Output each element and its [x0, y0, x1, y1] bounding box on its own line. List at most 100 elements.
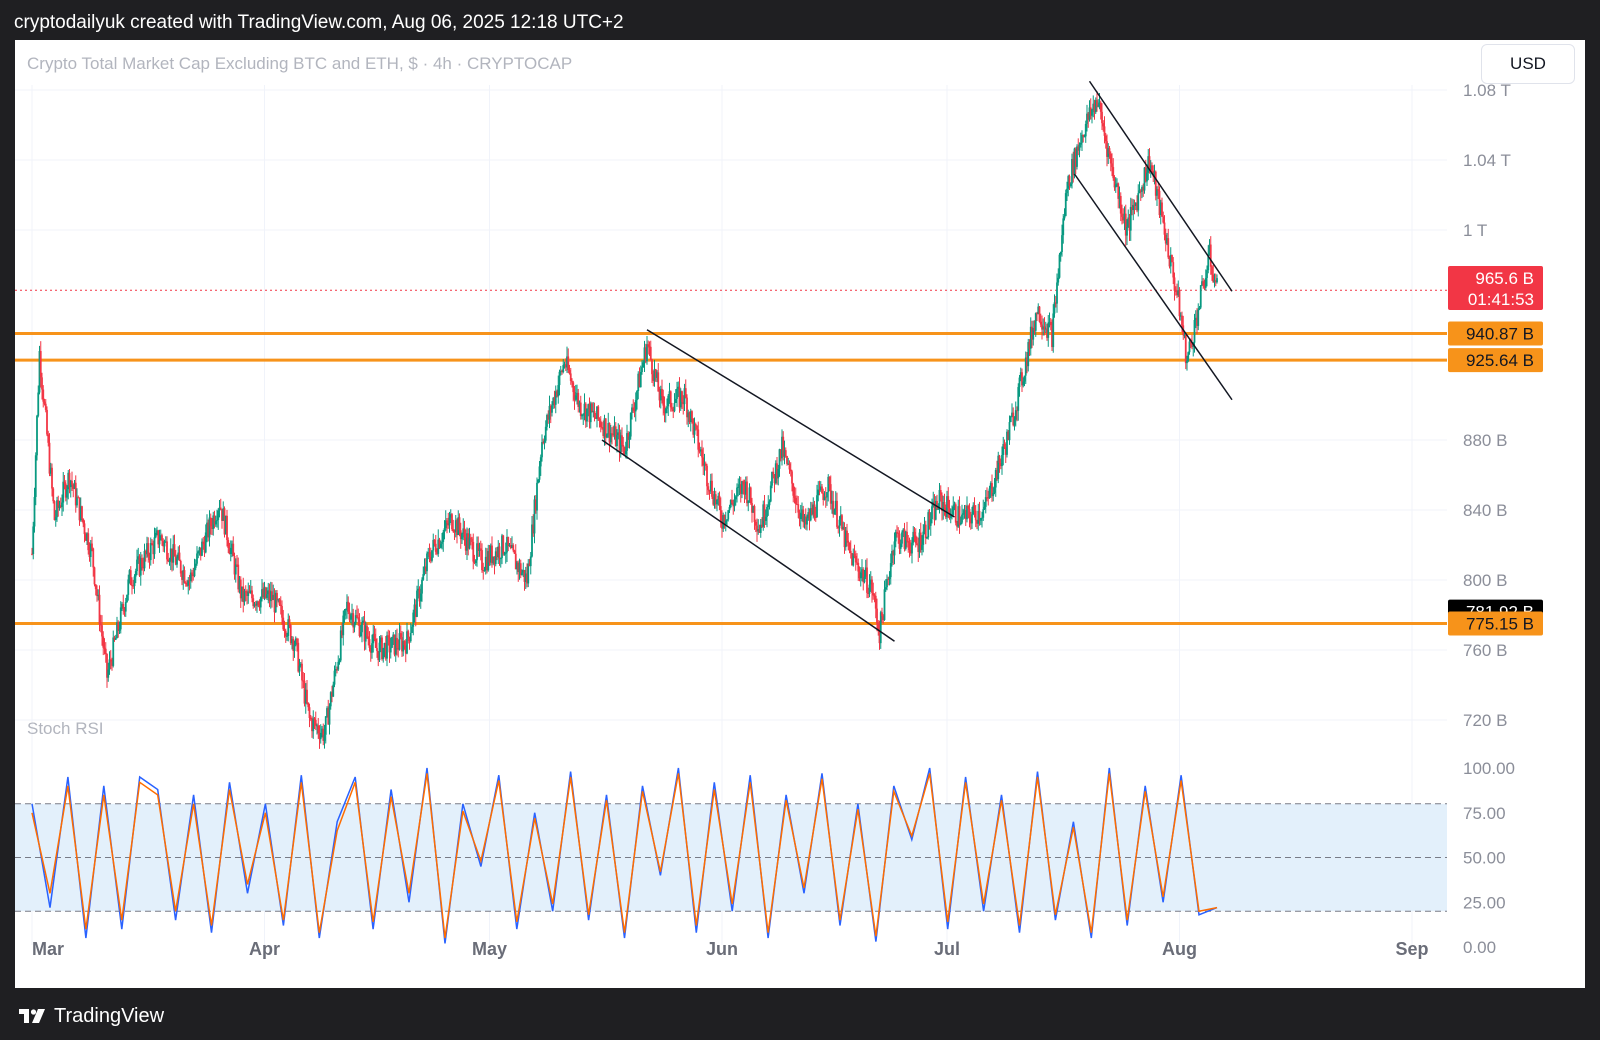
candle-body — [1097, 105, 1100, 107]
candle-body — [642, 362, 645, 368]
candle-body — [118, 629, 121, 631]
candle-body — [611, 433, 613, 435]
candle-body — [764, 516, 767, 521]
candle-body — [784, 450, 787, 456]
candle-body — [888, 577, 891, 580]
candle-body — [309, 718, 312, 720]
candle-body — [1187, 352, 1190, 361]
candle-body — [433, 539, 436, 544]
candle-body — [826, 492, 828, 498]
candle-body — [789, 469, 792, 472]
candle-body — [599, 420, 602, 428]
candle-body — [998, 455, 1001, 463]
candle-body — [1108, 148, 1111, 154]
candle-body — [278, 599, 281, 605]
currency-button[interactable]: USD — [1481, 44, 1575, 84]
candle-body — [616, 435, 618, 447]
candle-body — [569, 373, 572, 381]
attribution-text: cryptodailyuk created with TradingView.c… — [14, 12, 624, 33]
candle-body — [1003, 443, 1006, 448]
candle-body — [61, 502, 63, 507]
candle-body — [63, 481, 66, 484]
candle-body — [469, 537, 472, 539]
candle-body — [769, 485, 772, 502]
candle-body — [1146, 172, 1148, 182]
candle-body — [954, 504, 957, 523]
candle-body — [62, 481, 65, 503]
candle-body — [1104, 135, 1107, 142]
candle-body — [428, 552, 431, 558]
candle-body — [557, 385, 560, 397]
candle-body — [609, 433, 612, 443]
candle-body — [141, 558, 143, 568]
candle-body — [1078, 144, 1081, 151]
candle-body — [481, 550, 483, 571]
candle-body — [33, 496, 36, 527]
osc-tick-label: 0.00 — [1463, 938, 1496, 957]
candle-body — [929, 519, 932, 526]
candle-body — [102, 636, 105, 648]
candle-body — [1206, 270, 1208, 278]
candle-body — [279, 604, 282, 607]
x-tick-label: Sep — [1395, 939, 1428, 959]
channel-trendline — [1073, 173, 1233, 401]
candle-body — [874, 595, 877, 609]
candle-body — [747, 500, 750, 504]
candle-body — [876, 608, 878, 624]
y-tick-label: 760 B — [1463, 641, 1507, 660]
candle-body — [114, 638, 117, 640]
candle-body — [76, 497, 78, 506]
candle-body — [1018, 377, 1021, 388]
candle-body — [357, 617, 360, 620]
candle-body — [109, 659, 112, 662]
candle-body — [1211, 266, 1213, 275]
candle-body — [742, 481, 745, 485]
candle-body — [544, 426, 547, 441]
candle-body — [791, 471, 793, 484]
candle-body — [343, 610, 346, 616]
candle-body — [973, 505, 976, 511]
candle-body — [1079, 142, 1082, 145]
candle-body — [1199, 285, 1202, 308]
candle-body — [651, 359, 653, 375]
chart-panel[interactable]: Mar Apr May Jun Jul Aug Sep 720 B 760 B 800 B 840 … — [15, 40, 1585, 988]
candle-body — [193, 567, 196, 577]
candle-body — [1178, 290, 1181, 317]
candle-body — [562, 365, 565, 373]
candle-body — [439, 543, 442, 548]
candle-body — [301, 663, 303, 681]
candle-body — [127, 579, 130, 595]
y-tick-label: 1.04 T — [1463, 151, 1511, 170]
candle-body — [1022, 381, 1025, 386]
candle-body — [1039, 321, 1042, 325]
candle-body — [158, 540, 161, 545]
candle-body — [981, 517, 983, 519]
candle-body — [666, 406, 668, 409]
candle-body — [366, 625, 368, 637]
candle-body — [854, 555, 857, 563]
candle-body — [1197, 309, 1200, 326]
candle-body — [1099, 102, 1102, 112]
candle-body — [968, 508, 971, 519]
candle-body — [386, 635, 388, 659]
candle-body — [1062, 218, 1065, 236]
candle-body — [947, 496, 950, 508]
chart-canvas[interactable]: Mar Apr May Jun Jul Aug Sep 720 B 760 B 800 B 840 … — [15, 40, 1585, 988]
candle-body — [178, 552, 181, 561]
candle-body — [367, 636, 370, 640]
candle-body — [234, 564, 237, 575]
footer-brand-text: TradingView — [54, 1004, 165, 1027]
candle-body — [356, 615, 358, 618]
candle-body — [124, 602, 127, 612]
candle-body — [443, 528, 446, 533]
candle-body — [1084, 123, 1087, 137]
candle-body — [376, 647, 378, 651]
candle-body — [621, 435, 623, 446]
candle-body — [257, 601, 260, 606]
y-tick-label: 720 B — [1463, 711, 1507, 730]
candle-body — [646, 344, 648, 362]
level-badge-text: 940.87 B — [1466, 324, 1534, 343]
candle-body — [681, 391, 683, 402]
candle-body — [667, 395, 670, 407]
candle-body — [434, 543, 437, 552]
